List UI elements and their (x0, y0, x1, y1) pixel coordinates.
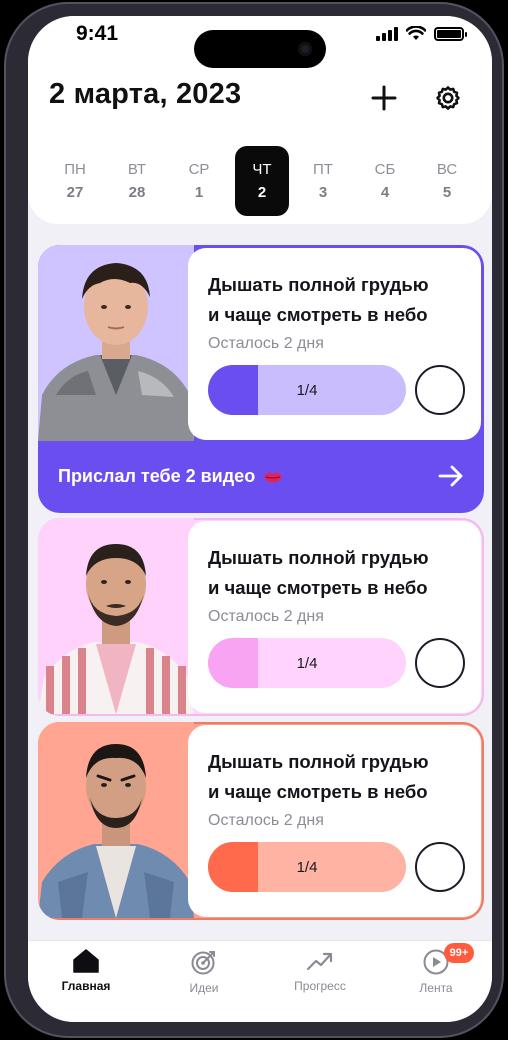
goal-title-line: Дышать полной грудью (208, 274, 429, 295)
days-remaining: Осталось 2 дня (208, 608, 324, 625)
tab-label: Главная (61, 979, 111, 993)
person-avatar-icon (38, 263, 194, 441)
mentor-photo (38, 518, 194, 714)
day-wed[interactable]: СР 1 (172, 146, 226, 216)
goal-title-line: и чаще смотреть в небо (208, 304, 428, 325)
day-date: 1 (194, 184, 204, 201)
days-remaining: Осталось 2 дня (208, 812, 324, 829)
tab-progress[interactable]: Прогресс (270, 949, 370, 1011)
week-strip: ПН 27 ВТ 28 СР 1 ЧТ 2 ПТ 3 СБ 4 ВС 5 (40, 146, 480, 216)
tab-label: Лента (419, 981, 453, 995)
status-icons (376, 26, 467, 41)
tab-ideas[interactable]: Идеи (154, 949, 254, 1011)
complete-checkbox[interactable] (415, 365, 465, 415)
progress-label: 1/4 (296, 858, 318, 876)
camera-icon (298, 42, 312, 56)
day-fri[interactable]: ПТ 3 (296, 146, 350, 216)
progress-bar: 1/4 (208, 365, 406, 415)
day-name: СР (188, 161, 210, 178)
tab-feed[interactable]: 99+ Лента (386, 943, 486, 1011)
home-icon (73, 949, 99, 973)
progress-label: 1/4 (296, 654, 318, 672)
progress-label: 1/4 (296, 381, 318, 399)
target-icon (191, 951, 215, 975)
day-date: 5 (442, 184, 452, 201)
day-name: СБ (374, 161, 396, 178)
goal-panel: Дышать полной грудью и чаще смотреть в н… (188, 725, 481, 917)
tab-home[interactable]: Главная (36, 949, 136, 1011)
complete-checkbox[interactable] (415, 638, 465, 688)
goal-panel: Дышать полной грудью и чаще смотреть в н… (188, 521, 481, 713)
days-remaining: Осталось 2 дня (208, 335, 324, 352)
signal-icon (376, 26, 398, 41)
wifi-icon (406, 26, 426, 40)
arrow-right-icon[interactable] (438, 465, 464, 487)
goal-title: Дышать полной грудью и чаще смотреть в н… (208, 270, 429, 330)
goal-title: Дышать полной грудью и чаще смотреть в н… (208, 747, 429, 807)
complete-checkbox[interactable] (415, 842, 465, 892)
day-date: 27 (66, 184, 84, 201)
goal-title-line: Дышать полной грудью (208, 547, 429, 568)
mentor-photo (38, 245, 194, 441)
day-name: ЧТ (252, 161, 272, 178)
kiss-lips-icon (264, 472, 283, 482)
goal-panel: Дышать полной грудью и чаще смотреть в н… (188, 248, 481, 440)
person-avatar-icon (38, 544, 194, 714)
status-time: 9:41 (76, 22, 119, 45)
goal-title-line: Дышать полной грудью (208, 751, 429, 772)
settings-button[interactable] (430, 80, 466, 116)
day-name: ПТ (313, 161, 333, 178)
goal-title-line: и чаще смотреть в небо (208, 781, 428, 802)
day-sat[interactable]: СБ 4 (358, 146, 412, 216)
day-thu-selected[interactable]: ЧТ 2 (235, 146, 289, 216)
header: 9:41 2 марта, 2023 ПН 27 ВТ 28 СР 1 ЧТ 2… (28, 16, 492, 224)
video-message-text: Прислал тебе 2 видео (58, 466, 256, 486)
progress-bar: 1/4 (208, 842, 406, 892)
bottom-nav: Главная Идеи Прогресс 99+ Лента (28, 940, 492, 1022)
goal-card[interactable]: Дышать полной грудью и чаще смотреть в н… (38, 245, 484, 513)
trend-icon (306, 952, 333, 971)
day-name: ПН (64, 161, 86, 178)
notification-badge: 99+ (444, 943, 474, 963)
goal-title-line: и чаще смотреть в небо (208, 577, 428, 598)
plus-icon (371, 85, 397, 111)
dynamic-island (194, 30, 326, 68)
progress-bar: 1/4 (208, 638, 406, 688)
video-message-link[interactable]: Прислал тебе 2 видео (58, 466, 283, 487)
tab-label: Прогресс (294, 979, 346, 993)
goal-card[interactable]: Дышать полной грудью и чаще смотреть в н… (38, 722, 484, 920)
goal-card[interactable]: Дышать полной грудью и чаще смотреть в н… (38, 518, 484, 716)
gear-icon (436, 86, 460, 110)
tab-label: Идеи (189, 981, 219, 995)
day-date: 2 (257, 184, 267, 201)
day-date: 3 (318, 184, 328, 201)
day-name: ВС (436, 161, 458, 178)
day-date: 4 (380, 184, 390, 201)
app-screen: 9:41 2 марта, 2023 ПН 27 ВТ 28 СР 1 ЧТ 2… (28, 16, 492, 1022)
add-button[interactable] (366, 80, 402, 116)
goal-title: Дышать полной грудью и чаще смотреть в н… (208, 543, 429, 603)
day-mon[interactable]: ПН 27 (48, 146, 102, 216)
battery-icon (434, 26, 467, 41)
day-sun[interactable]: ВС 5 (420, 146, 474, 216)
day-tue[interactable]: ВТ 28 (110, 146, 164, 216)
phone-frame: 9:41 2 марта, 2023 ПН 27 ВТ 28 СР 1 ЧТ 2… (4, 2, 504, 1038)
page-title: 2 марта, 2023 (49, 78, 242, 110)
person-avatar-icon (38, 744, 194, 918)
mentor-photo (38, 722, 194, 918)
day-date: 28 (128, 184, 146, 201)
day-name: ВТ (127, 161, 147, 178)
status-bar: 9:41 (28, 16, 492, 68)
